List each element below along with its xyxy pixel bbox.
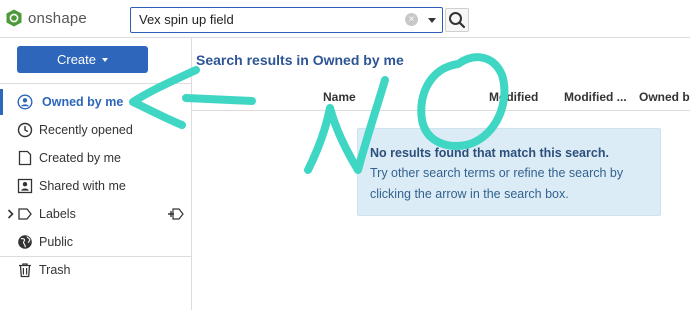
label-tag-icon	[18, 208, 32, 220]
trash-icon	[19, 263, 31, 278]
sidebar-item-label: Shared with me	[39, 179, 126, 193]
sidebar-divider	[0, 83, 192, 84]
add-label-icon[interactable]	[167, 207, 185, 221]
sidebar-item-trash[interactable]: Trash	[0, 257, 191, 283]
empty-results-hint-line: clicking the arrow in the search box.	[370, 187, 569, 201]
sidebar-item-label: Recently opened	[39, 123, 133, 137]
sidebar-item-recently-opened[interactable]: Recently opened	[0, 117, 191, 143]
arrow-shaft-stroke	[182, 94, 256, 105]
brand-name: onshape	[28, 9, 87, 27]
sidebar-item-label: Public	[39, 235, 74, 249]
sidebar-item-label: Labels	[39, 207, 76, 221]
clear-search-icon[interactable]: ×	[405, 13, 418, 26]
column-header-name[interactable]: Name	[323, 90, 356, 104]
onshape-logo[interactable]: onshape	[6, 9, 87, 27]
search-box[interactable]: ×	[130, 7, 443, 33]
create-button[interactable]: Create	[17, 46, 148, 73]
sidebar: Create Owned by me Recently opened Creat…	[0, 38, 192, 310]
chevron-right-icon[interactable]	[6, 207, 16, 221]
onshape-logo-icon	[6, 9, 22, 27]
create-dropdown-icon	[102, 57, 109, 62]
clock-icon	[17, 122, 33, 138]
column-header-modified-by[interactable]: Modified ...	[564, 90, 627, 104]
create-button-label: Create	[56, 52, 97, 67]
search-input[interactable]	[131, 8, 401, 31]
sidebar-item-public[interactable]: Public	[0, 229, 191, 255]
search-button[interactable]	[445, 8, 469, 32]
empty-results-message: No results found that match this search.…	[357, 128, 661, 216]
empty-results-title: No results found that match this search.	[370, 146, 609, 160]
empty-results-hint-line: Try other search terms or refine the sea…	[370, 166, 624, 180]
sidebar-item-shared-with-me[interactable]: Shared with me	[0, 173, 191, 199]
sidebar-item-labels[interactable]: Labels	[0, 201, 191, 227]
sidebar-item-created-by-me[interactable]: Created by me	[0, 145, 191, 171]
sidebar-item-label: Trash	[39, 263, 71, 277]
document-icon	[18, 150, 32, 166]
globe-icon	[18, 235, 32, 249]
sidebar-item-label: Owned by me	[42, 95, 124, 109]
sidebar-item-label: Created by me	[39, 151, 121, 165]
page-title: Search results in Owned by me	[196, 52, 404, 68]
shared-user-icon	[17, 178, 33, 194]
table-header-divider	[192, 110, 690, 111]
top-bar: onshape ×	[0, 0, 690, 38]
column-header-owned-by[interactable]: Owned b	[639, 90, 690, 104]
column-header-modified[interactable]: Modified	[489, 90, 538, 104]
user-circle-icon	[17, 94, 33, 110]
search-icon	[449, 12, 466, 29]
sidebar-item-owned-by-me[interactable]: Owned by me	[0, 89, 191, 115]
search-options-dropdown-icon[interactable]	[428, 18, 436, 23]
